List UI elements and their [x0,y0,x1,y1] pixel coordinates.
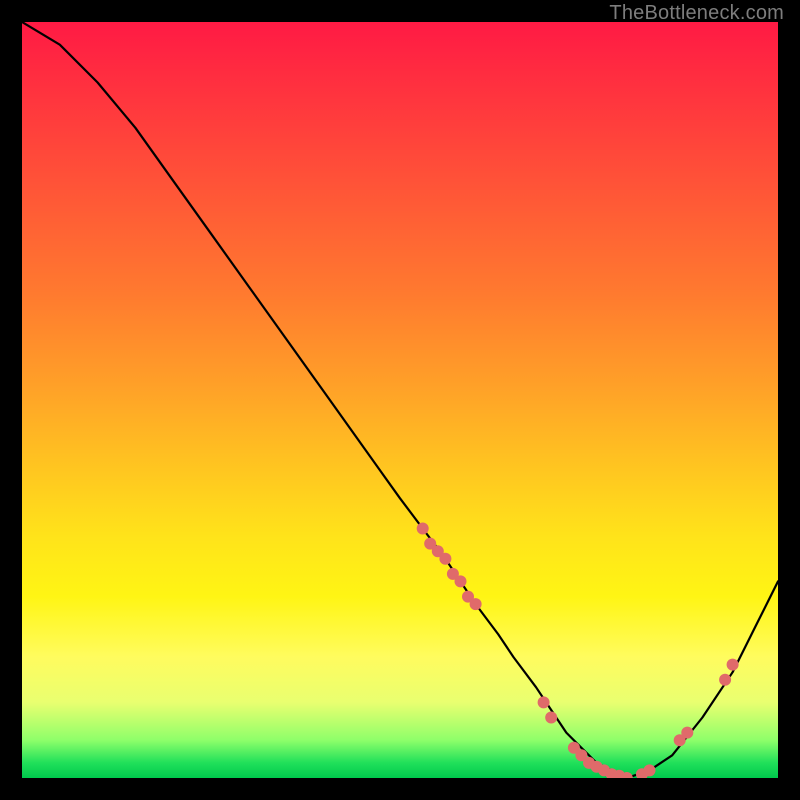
curve-marker [538,696,550,708]
curve-markers [417,523,739,779]
curve-marker [439,553,451,565]
curve-marker [545,712,557,724]
curve-marker [455,575,467,587]
curve-marker [681,727,693,739]
chart-stage: TheBottleneck.com [0,0,800,800]
attribution-label: TheBottleneck.com [609,2,784,25]
bottleneck-curve [22,22,778,778]
curve-marker [644,764,656,776]
curve-marker [727,659,739,671]
curve-marker [719,674,731,686]
curve-marker [470,598,482,610]
chart-svg [22,22,778,778]
plot-area [22,22,778,778]
curve-marker [417,523,429,535]
